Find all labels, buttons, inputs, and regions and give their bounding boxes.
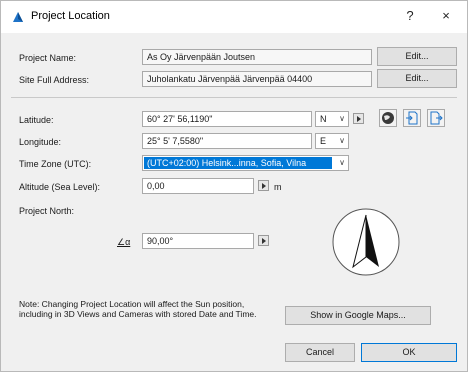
chevron-down-icon: ∨ (339, 158, 345, 167)
site-address-label: Site Full Address: (19, 75, 90, 85)
altitude-arrow-button[interactable] (258, 180, 269, 191)
chevron-down-icon: ∨ (339, 114, 345, 123)
project-name-label: Project Name: (19, 53, 77, 63)
globe-button[interactable] (379, 109, 397, 127)
latitude-input[interactable]: 60° 27' 56,1190" (142, 111, 312, 127)
window-title: Project Location (31, 10, 110, 22)
project-name-edit-button[interactable]: Edit... (377, 47, 457, 66)
close-button[interactable]: × (435, 6, 457, 26)
import-icon (406, 111, 418, 125)
timezone-label: Time Zone (UTC): (19, 159, 92, 169)
altitude-label: Altitude (Sea Level): (19, 182, 101, 192)
latitude-hemisphere-select[interactable]: N ∨ (315, 111, 349, 127)
latitude-hemisphere-value: N (320, 114, 327, 124)
altitude-input[interactable]: 0,00 (142, 178, 254, 194)
import-button[interactable] (403, 109, 421, 127)
angle-icon: ∠α (117, 237, 131, 247)
separator (11, 97, 457, 98)
north-compass-icon[interactable] (331, 207, 401, 277)
cancel-button[interactable]: Cancel (285, 343, 355, 362)
timezone-select[interactable]: (UTC+02:00) Helsink...inna, Sofia, Vilna… (142, 155, 349, 171)
show-google-maps-button[interactable]: Show in Google Maps... (285, 306, 431, 325)
chevron-down-icon: ∨ (339, 136, 345, 145)
longitude-hemisphere-select[interactable]: E ∨ (315, 133, 349, 149)
project-north-arrow-button[interactable] (258, 235, 269, 246)
project-location-dialog: Project Location ? × Project Name: As Oy… (0, 0, 468, 372)
title-bar: Project Location ? × (1, 1, 467, 33)
help-button[interactable]: ? (399, 6, 421, 26)
ok-button[interactable]: OK (361, 343, 457, 362)
site-address-edit-button[interactable]: Edit... (377, 69, 457, 88)
export-icon (430, 111, 443, 125)
timezone-value: (UTC+02:00) Helsink...inna, Sofia, Vilna (144, 157, 332, 169)
altitude-unit: m (274, 182, 282, 192)
globe-icon (382, 112, 394, 124)
project-name-field: As Oy Järvenpään Joutsen (142, 49, 372, 65)
export-button[interactable] (427, 109, 445, 127)
longitude-input[interactable]: 25° 5' 7,5580" (142, 133, 312, 149)
archicad-app-icon (13, 12, 23, 22)
project-north-input[interactable]: 90,00° (142, 233, 254, 249)
location-note: Note: Changing Project Location will aff… (19, 299, 257, 319)
site-address-field: Juholankatu Järvenpää Järvenpää 04400 (142, 71, 372, 87)
latitude-arrow-button[interactable] (353, 113, 364, 124)
latitude-label: Latitude: (19, 115, 54, 125)
project-north-label: Project North: (19, 206, 75, 216)
longitude-label: Longitude: (19, 137, 62, 147)
longitude-hemisphere-value: E (320, 136, 327, 146)
